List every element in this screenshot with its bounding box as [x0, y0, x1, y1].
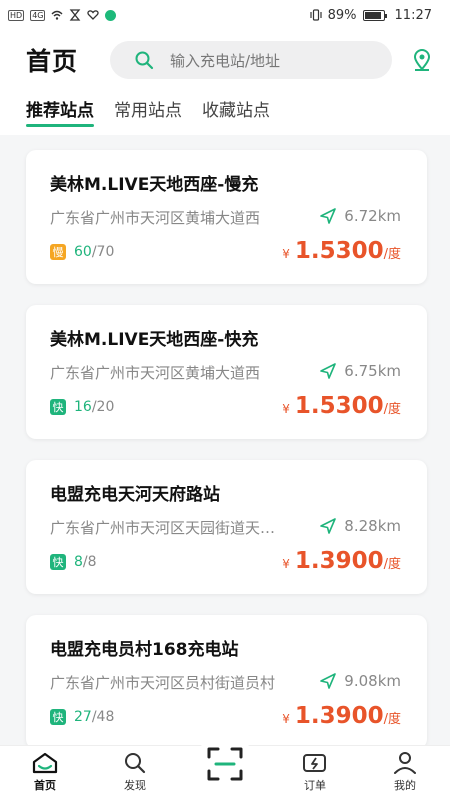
wifi-icon: [51, 10, 63, 20]
price-value: 1.5300: [294, 393, 384, 419]
tabbar-orders-label: 订单: [304, 779, 326, 792]
station-address: 广东省广州市天河区黄埔大道西: [50, 364, 261, 382]
search-placeholder: 输入充电站/地址: [170, 51, 281, 70]
battery-icon: [362, 9, 387, 21]
charger-availability: 慢 60 /70: [50, 244, 114, 260]
station-address: 广东省广州市天河区天园街道天府路: [50, 519, 286, 537]
station-address: 广东省广州市天河区黄埔大道西: [50, 209, 261, 227]
station-card[interactable]: 电盟充电员村168充电站 广东省广州市天河区员村街道员村 9.08km 快 27…: [26, 615, 427, 749]
status-left: HD 4G: [8, 9, 117, 21]
header: 首页 输入充电站/地址: [0, 30, 450, 90]
clock: 11:27: [394, 7, 432, 23]
bottom-tab-bar: 首页 发现 订单 我的: [0, 734, 450, 800]
navigation-arrow-icon: [320, 673, 337, 689]
station-name: 美林M.LIVE天地西座-慢充: [50, 175, 259, 195]
charger-type-badge: 快: [50, 554, 66, 570]
total-count: /20: [91, 399, 115, 415]
charger-availability: 快 16 /20: [50, 399, 114, 415]
currency-symbol: ¥: [282, 712, 290, 726]
tab-favorites[interactable]: 收藏站点: [202, 90, 270, 121]
charger-type-badge: 快: [50, 399, 66, 415]
app-notification-icon: [105, 9, 117, 21]
distance-value: 9.08km: [344, 672, 401, 690]
tabbar-mine-label: 我的: [394, 779, 416, 792]
navigation-arrow-icon: [320, 208, 337, 224]
station-address: 广东省广州市天河区员村街道员村: [50, 674, 276, 692]
navigation-arrow-icon: [320, 518, 337, 534]
station-price: ¥ 1.5300 /度: [282, 393, 401, 419]
hd-indicator: HD: [8, 9, 25, 21]
station-card[interactable]: 美林M.LIVE天地西座-快充 广东省广州市天河区黄埔大道西 6.75km 快 …: [26, 305, 427, 439]
price-value: 1.3900: [294, 703, 384, 729]
location-pin-icon[interactable]: [412, 49, 432, 71]
orders-icon: [303, 754, 326, 772]
station-distance: 6.75km: [320, 362, 401, 380]
station-name: 电盟充电天河天府路站: [50, 485, 220, 505]
search-bar[interactable]: 输入充电站/地址: [110, 41, 392, 79]
status-bar: HD 4G 89% 11:27: [0, 0, 450, 30]
station-price: ¥ 1.3900 /度: [282, 703, 401, 729]
tabbar-discover[interactable]: 发现: [105, 752, 165, 793]
heart-icon: [87, 10, 100, 20]
price-value: 1.3900: [294, 548, 384, 574]
price-value: 1.5300: [294, 238, 384, 264]
home-icon: [32, 752, 58, 774]
distance-value: 6.75km: [344, 362, 401, 380]
charger-type-badge: 慢: [50, 244, 66, 260]
price-unit: /度: [383, 712, 401, 727]
vibrate-icon: [310, 9, 322, 21]
station-tabs: 推荐站点 常用站点 收藏站点: [0, 90, 450, 135]
user-icon: [394, 752, 416, 774]
currency-symbol: ¥: [282, 402, 290, 416]
station-distance: 8.28km: [320, 517, 401, 535]
scan-button[interactable]: [195, 734, 255, 794]
currency-symbol: ¥: [282, 247, 290, 261]
station-name: 美林M.LIVE天地西座-快充: [50, 330, 259, 350]
search-icon: [135, 51, 154, 70]
tabbar-orders[interactable]: 订单: [285, 752, 345, 793]
page-title: 首页: [26, 47, 79, 76]
search-icon: [125, 753, 146, 774]
station-price: ¥ 1.3900 /度: [282, 548, 401, 574]
price-unit: /度: [383, 247, 401, 262]
available-count: 8: [74, 554, 83, 570]
available-count: 27: [74, 709, 92, 725]
available-count: 60: [74, 244, 92, 260]
total-count: /8: [82, 554, 97, 570]
hourglass-icon: [70, 9, 81, 21]
total-count: /48: [91, 709, 115, 725]
station-list: 美林M.LIVE天地西座-慢充 广东省广州市天河区黄埔大道西 6.72km 慢 …: [26, 150, 427, 770]
tabbar-home[interactable]: 首页: [15, 752, 75, 793]
price-unit: /度: [383, 557, 401, 572]
charger-type-badge: 快: [50, 709, 66, 725]
tab-recommended[interactable]: 推荐站点: [26, 90, 94, 127]
station-distance: 6.72km: [320, 207, 401, 225]
network-type: 4G: [30, 9, 46, 21]
tab-frequent[interactable]: 常用站点: [114, 90, 182, 121]
station-name: 电盟充电员村168充电站: [50, 640, 239, 660]
distance-value: 8.28km: [344, 517, 401, 535]
distance-value: 6.72km: [344, 207, 401, 225]
tabbar-home-label: 首页: [34, 779, 56, 792]
currency-symbol: ¥: [282, 557, 290, 571]
charger-availability: 快 8 /8: [50, 554, 97, 570]
scan-icon: [207, 747, 243, 781]
station-card[interactable]: 电盟充电天河天府路站 广东省广州市天河区天园街道天府路 8.28km 快 8 /…: [26, 460, 427, 594]
battery-percent: 89%: [327, 7, 357, 23]
status-right: 89% 11:27: [310, 8, 432, 23]
navigation-arrow-icon: [320, 363, 337, 379]
tabbar-mine[interactable]: 我的: [375, 752, 435, 793]
station-distance: 9.08km: [320, 672, 401, 690]
station-card[interactable]: 美林M.LIVE天地西座-慢充 广东省广州市天河区黄埔大道西 6.72km 慢 …: [26, 150, 427, 284]
tabbar-discover-label: 发现: [124, 779, 146, 792]
available-count: 16: [74, 399, 92, 415]
price-unit: /度: [383, 402, 401, 417]
charger-availability: 快 27 /48: [50, 709, 114, 725]
station-price: ¥ 1.5300 /度: [282, 238, 401, 264]
total-count: /70: [91, 244, 115, 260]
battery-fill: [364, 11, 381, 19]
